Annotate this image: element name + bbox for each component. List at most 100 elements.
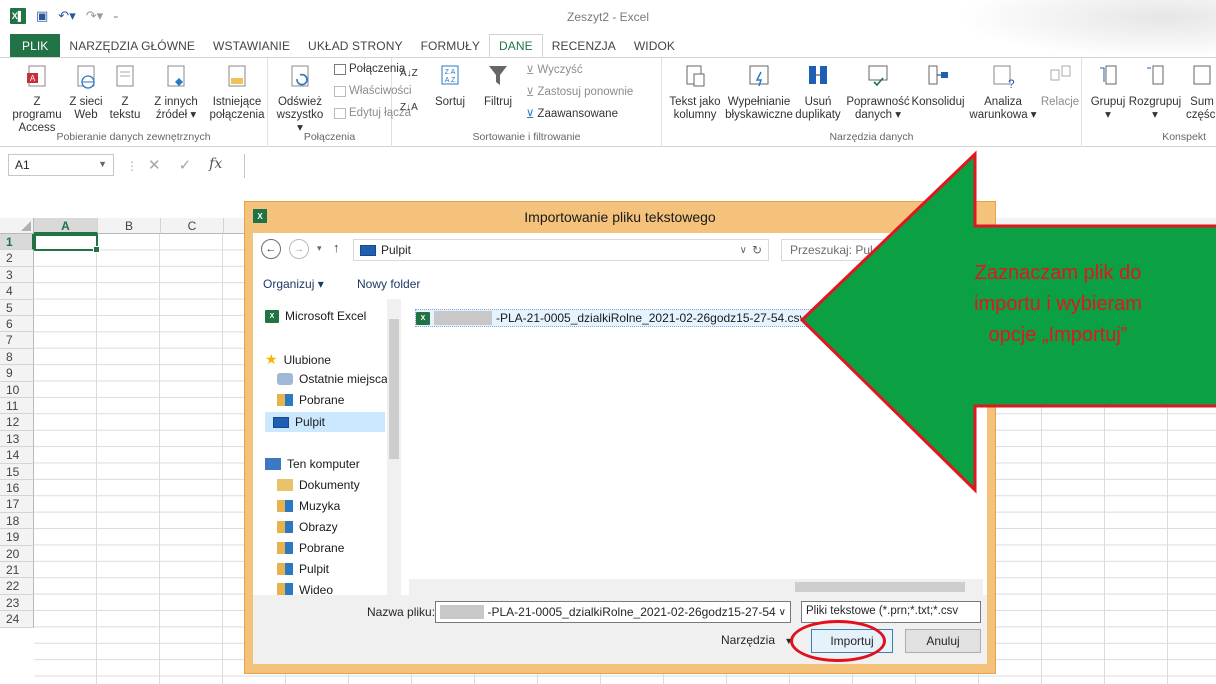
tab-view[interactable]: WIDOK xyxy=(625,34,684,58)
forward-icon[interactable]: → xyxy=(289,239,309,259)
row-header[interactable]: 21 xyxy=(0,562,34,579)
consolidate-button[interactable]: Konsoliduj xyxy=(910,60,966,109)
nav-downloads-2[interactable]: Pobrane xyxy=(277,541,344,555)
formula-input[interactable] xyxy=(244,154,1214,178)
row-header[interactable]: 15 xyxy=(0,463,34,480)
nav-documents[interactable]: Dokumenty xyxy=(277,478,360,492)
nav-desktop-2[interactable]: Pulpit xyxy=(277,562,329,576)
data-validation-button[interactable]: Poprawność danych ▾ xyxy=(846,60,910,122)
reapply-button[interactable]: ⊻ Zastosuj ponownie xyxy=(526,85,633,99)
active-cell-a1[interactable] xyxy=(34,234,100,253)
tab-page-layout[interactable]: UKŁAD STRONY xyxy=(299,34,412,58)
row-header[interactable]: 11 xyxy=(0,398,34,415)
name-box[interactable]: A1 ▼ xyxy=(8,154,114,176)
tab-formulas[interactable]: FORMUŁY xyxy=(412,34,489,58)
from-web-button[interactable]: Z sieci Web xyxy=(68,60,104,122)
nav-label: Muzyka xyxy=(299,499,341,513)
row-header[interactable]: 18 xyxy=(0,512,34,530)
sort-za-button[interactable]: Z↓A xyxy=(400,102,418,113)
filter-button[interactable]: Filtruj xyxy=(476,60,520,109)
refresh-icon[interactable]: ↻ xyxy=(752,243,762,257)
address-box[interactable]: Pulpit ∨ ↻ xyxy=(353,239,769,261)
row-header[interactable]: 20 xyxy=(0,545,34,562)
up-arrow-icon[interactable]: ↑ xyxy=(333,240,340,255)
advanced-button[interactable]: ⊻ Zaawansowane xyxy=(526,107,618,121)
row-header[interactable]: 4 xyxy=(0,283,34,300)
from-access-button[interactable]: A Z programu Access xyxy=(8,60,66,135)
filename-field[interactable]: -PLA-21-0005_dzialkiRolne_2021-02-26godz… xyxy=(435,601,791,623)
list-item[interactable]: X -PLA-21-0005_dzialkiRolne_2021-02-26go… xyxy=(415,309,811,327)
row-header[interactable]: 12 xyxy=(0,414,34,431)
cancel-icon[interactable]: ✕ xyxy=(148,156,161,174)
refresh-all-button[interactable]: Odśwież wszystko ▾ xyxy=(274,60,326,135)
column-header-b[interactable]: B xyxy=(98,218,161,234)
row-header[interactable]: 23 xyxy=(0,594,34,612)
from-text-label1: Z xyxy=(121,96,129,108)
nav-recent-places[interactable]: Ostatnie miejsca xyxy=(277,372,388,386)
remove-duplicates-button[interactable]: Usuń duplikaty xyxy=(794,60,842,122)
text-to-columns-button[interactable]: Tekst jako kolumny xyxy=(664,60,726,122)
nav-scrollbar-thumb[interactable] xyxy=(389,319,399,459)
nav-favorites[interactable]: ★ Ulubione xyxy=(265,351,331,368)
from-text-button[interactable]: Z tekstu xyxy=(108,60,142,122)
sort-az-button[interactable]: A↓Z xyxy=(400,68,418,79)
enter-icon[interactable]: ✓ xyxy=(179,156,192,174)
what-if-analysis-button[interactable]: ? Analiza warunkowa ▾ xyxy=(968,60,1038,122)
subtotal-button[interactable]: Sum części xyxy=(1182,60,1216,122)
tab-insert[interactable]: WSTAWIANIE xyxy=(204,34,299,58)
row-header[interactable]: 7 xyxy=(0,332,34,349)
address-dropdown-icon[interactable]: ∨ xyxy=(740,245,747,256)
tab-home[interactable]: NARZĘDZIA GŁÓWNE xyxy=(60,34,204,58)
file-list-scrollbar-thumb[interactable] xyxy=(795,582,965,592)
tab-review[interactable]: RECENZJA xyxy=(543,34,625,58)
flash-fill-button[interactable]: Wypełnianie błyskawiczne xyxy=(725,60,793,122)
row-header[interactable]: 9 xyxy=(0,365,34,382)
row-header[interactable]: 24 xyxy=(0,611,34,628)
tab-file[interactable]: PLIK xyxy=(10,34,61,58)
file-list-scrollbar[interactable] xyxy=(409,579,983,595)
row-header[interactable]: 5 xyxy=(0,299,34,316)
nav-microsoft-excel[interactable]: X Microsoft Excel xyxy=(265,309,366,323)
nav-downloads[interactable]: Pobrane xyxy=(277,393,344,407)
row-header[interactable]: 14 xyxy=(0,447,34,464)
cancel-button[interactable]: Anuluj xyxy=(905,629,981,653)
back-icon[interactable]: ← xyxy=(261,239,281,259)
row-header[interactable]: 2 xyxy=(0,250,34,267)
existing-connections-button[interactable]: Istniejące połączenia xyxy=(208,60,266,122)
recent-locations-icon[interactable]: ▾ xyxy=(317,243,322,254)
file-list[interactable]: X -PLA-21-0005_dzialkiRolne_2021-02-26go… xyxy=(409,299,979,581)
chevron-down-icon[interactable]: ∨ xyxy=(779,607,786,618)
tab-data[interactable]: DANE xyxy=(488,34,543,58)
nav-this-pc[interactable]: Ten komputer xyxy=(265,457,360,471)
select-all-button[interactable] xyxy=(0,218,34,234)
row-header[interactable]: 6 xyxy=(0,316,34,333)
nav-videos[interactable]: Wideo xyxy=(277,583,333,595)
what-if-label1: Analiza xyxy=(984,96,1022,108)
sort-button[interactable]: Z AA Z Sortuj xyxy=(428,60,472,109)
clear-button[interactable]: ⊻ Wyczyść xyxy=(526,63,583,77)
relationships-button[interactable]: Relacje xyxy=(1038,60,1082,109)
row-header[interactable]: 17 xyxy=(0,496,34,513)
nav-desktop[interactable]: Pulpit xyxy=(265,412,385,432)
ungroup-button[interactable]: Rozgrupuj ▾ xyxy=(1128,60,1182,122)
nav-scrollbar[interactable] xyxy=(387,299,401,595)
row-header[interactable]: 8 xyxy=(0,348,34,366)
nav-pictures[interactable]: Obrazy xyxy=(277,520,338,534)
insert-function-icon[interactable]: fx xyxy=(209,156,222,174)
row-header[interactable]: 3 xyxy=(0,266,34,284)
new-folder-button[interactable]: Nowy folder xyxy=(357,277,420,291)
group-button[interactable]: Grupuj ▾ xyxy=(1088,60,1128,122)
row-header[interactable]: 16 xyxy=(0,480,34,497)
column-header-c[interactable]: C xyxy=(161,218,224,234)
from-other-sources-button[interactable]: Z innych źródeł ▾ xyxy=(148,60,204,122)
row-header[interactable]: 10 xyxy=(0,381,34,398)
row-header[interactable]: 19 xyxy=(0,529,34,546)
nav-music[interactable]: Muzyka xyxy=(277,499,340,513)
row-header[interactable]: 22 xyxy=(0,578,34,595)
column-header-a[interactable]: A xyxy=(34,218,98,234)
computer-icon xyxy=(265,458,281,470)
row-header[interactable]: 13 xyxy=(0,430,34,448)
tools-button[interactable]: Narzędzia ▼ xyxy=(721,633,793,647)
row-header[interactable]: 1 xyxy=(0,234,34,251)
organize-button[interactable]: Organizuj ▾ xyxy=(263,277,324,291)
